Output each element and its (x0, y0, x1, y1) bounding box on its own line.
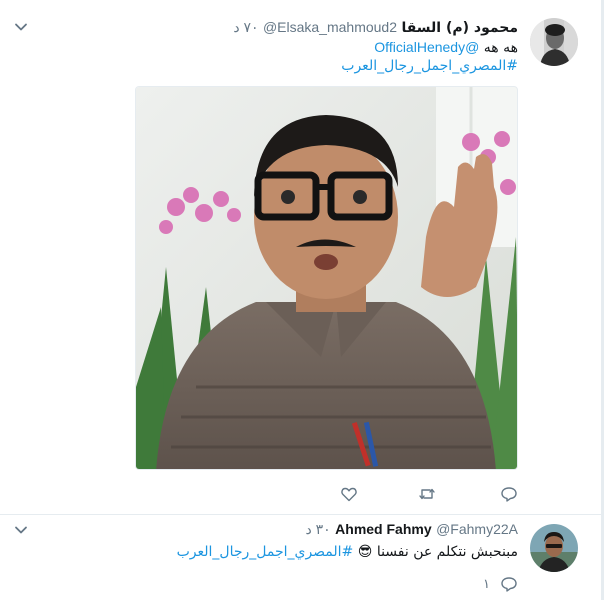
tweet-media[interactable] (135, 86, 518, 470)
tweet-text-line: مبنحبش نتكلم عن نفسنا 😎 #المصري_اجمل_رجا… (177, 544, 518, 560)
timestamp[interactable]: ٧٠ د (233, 19, 258, 35)
tweet[interactable]: Ahmed Fahmy @Fahmy22A ٣٠ د مبنحبش نتكلم … (0, 515, 604, 600)
user-avatar-photo (530, 524, 578, 572)
display-name[interactable]: محمود (م) السقا (401, 20, 518, 36)
mention-link[interactable]: @OfficialHenedy (374, 39, 479, 55)
chevron-down-icon[interactable] (14, 20, 28, 34)
tweet-text-line: هه هه @OfficialHenedy (374, 39, 518, 56)
screen-name[interactable]: @Fahmy22A (436, 521, 518, 537)
tweet-header: محمود (م) السقا @Elsaka_mahmoud2 ٧٠ د (233, 19, 518, 36)
hashtag-link[interactable]: #المصري_اجمل_رجال_العرب (177, 544, 354, 560)
avatar[interactable] (530, 18, 578, 66)
tweet-header: Ahmed Fahmy @Fahmy22A ٣٠ د (306, 521, 518, 538)
retweet-icon[interactable] (418, 485, 436, 503)
display-name[interactable]: Ahmed Fahmy (335, 521, 431, 537)
timestamp[interactable]: ٣٠ د (306, 521, 331, 537)
user-avatar-photo (530, 18, 578, 66)
reply-count: ١ (483, 576, 490, 591)
hashtag-link[interactable]: #المصري_اجمل_رجال_العرب (341, 58, 518, 74)
tweet[interactable]: محمود (م) السقا @Elsaka_mahmoud2 ٧٠ د هه… (0, 0, 604, 515)
reply-icon[interactable] (500, 575, 518, 593)
tweet-hashtag-line: #المصري_اجمل_رجال_العرب (341, 58, 518, 74)
attached-photo (136, 87, 517, 469)
reply-icon[interactable] (500, 485, 518, 503)
tweet-text: هه هه (483, 40, 518, 56)
sunglasses-emoji-icon: 😎 (357, 544, 373, 560)
screen-name[interactable]: @Elsaka_mahmoud2 (263, 19, 397, 35)
avatar[interactable] (530, 524, 578, 572)
chevron-down-icon[interactable] (14, 523, 28, 537)
tweet-text: مبنحبش نتكلم عن نفسنا (376, 544, 518, 560)
like-icon[interactable] (340, 485, 358, 503)
